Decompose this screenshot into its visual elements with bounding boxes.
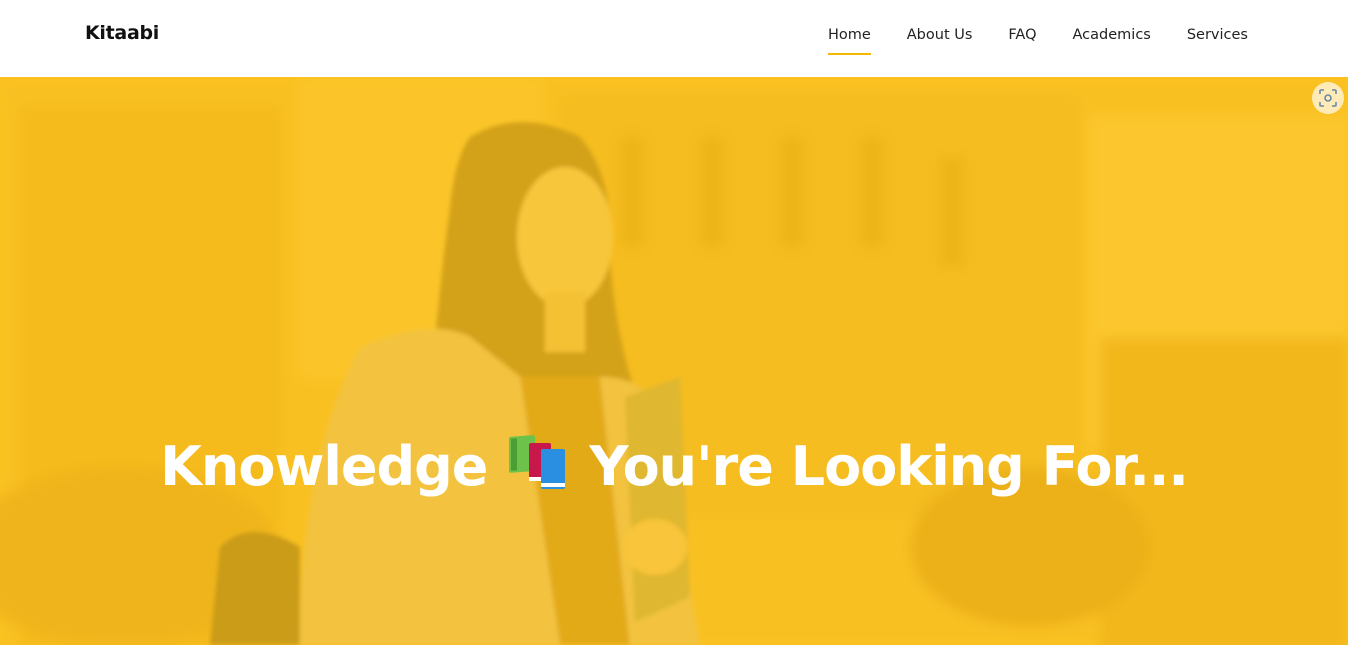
- top-navbar: Kitaabi Home About Us FAQ Academics Serv…: [0, 0, 1348, 77]
- books-icon: [507, 433, 569, 504]
- nav-item-services: Services: [1187, 24, 1248, 43]
- nav-item-faq: FAQ: [1008, 24, 1036, 43]
- nav-item-about-us: About Us: [907, 24, 973, 43]
- screen-capture-icon: [1319, 89, 1337, 107]
- nav-link-faq[interactable]: FAQ: [1008, 27, 1036, 53]
- nav-item-academics: Academics: [1073, 24, 1151, 43]
- hero-title-part-2: You're Looking For...: [589, 435, 1188, 499]
- nav-link-academics[interactable]: Academics: [1073, 27, 1151, 53]
- main-nav: Home About Us FAQ Academics Services: [828, 24, 1248, 43]
- brand-logo[interactable]: Kitaabi: [85, 22, 159, 44]
- hero-title-part-1: Knowledge: [160, 435, 488, 499]
- hero-color-overlay: [0, 77, 1348, 645]
- hero-title: Knowledge You're Looking For...: [0, 433, 1348, 504]
- nav-link-services[interactable]: Services: [1187, 27, 1248, 53]
- nav-link-about-us[interactable]: About Us: [907, 27, 973, 53]
- nav-item-home: Home: [828, 24, 871, 43]
- hero-banner: Knowledge You're Looking For...: [0, 77, 1348, 645]
- screen-capture-button[interactable]: [1312, 82, 1344, 114]
- nav-link-home[interactable]: Home: [828, 27, 871, 53]
